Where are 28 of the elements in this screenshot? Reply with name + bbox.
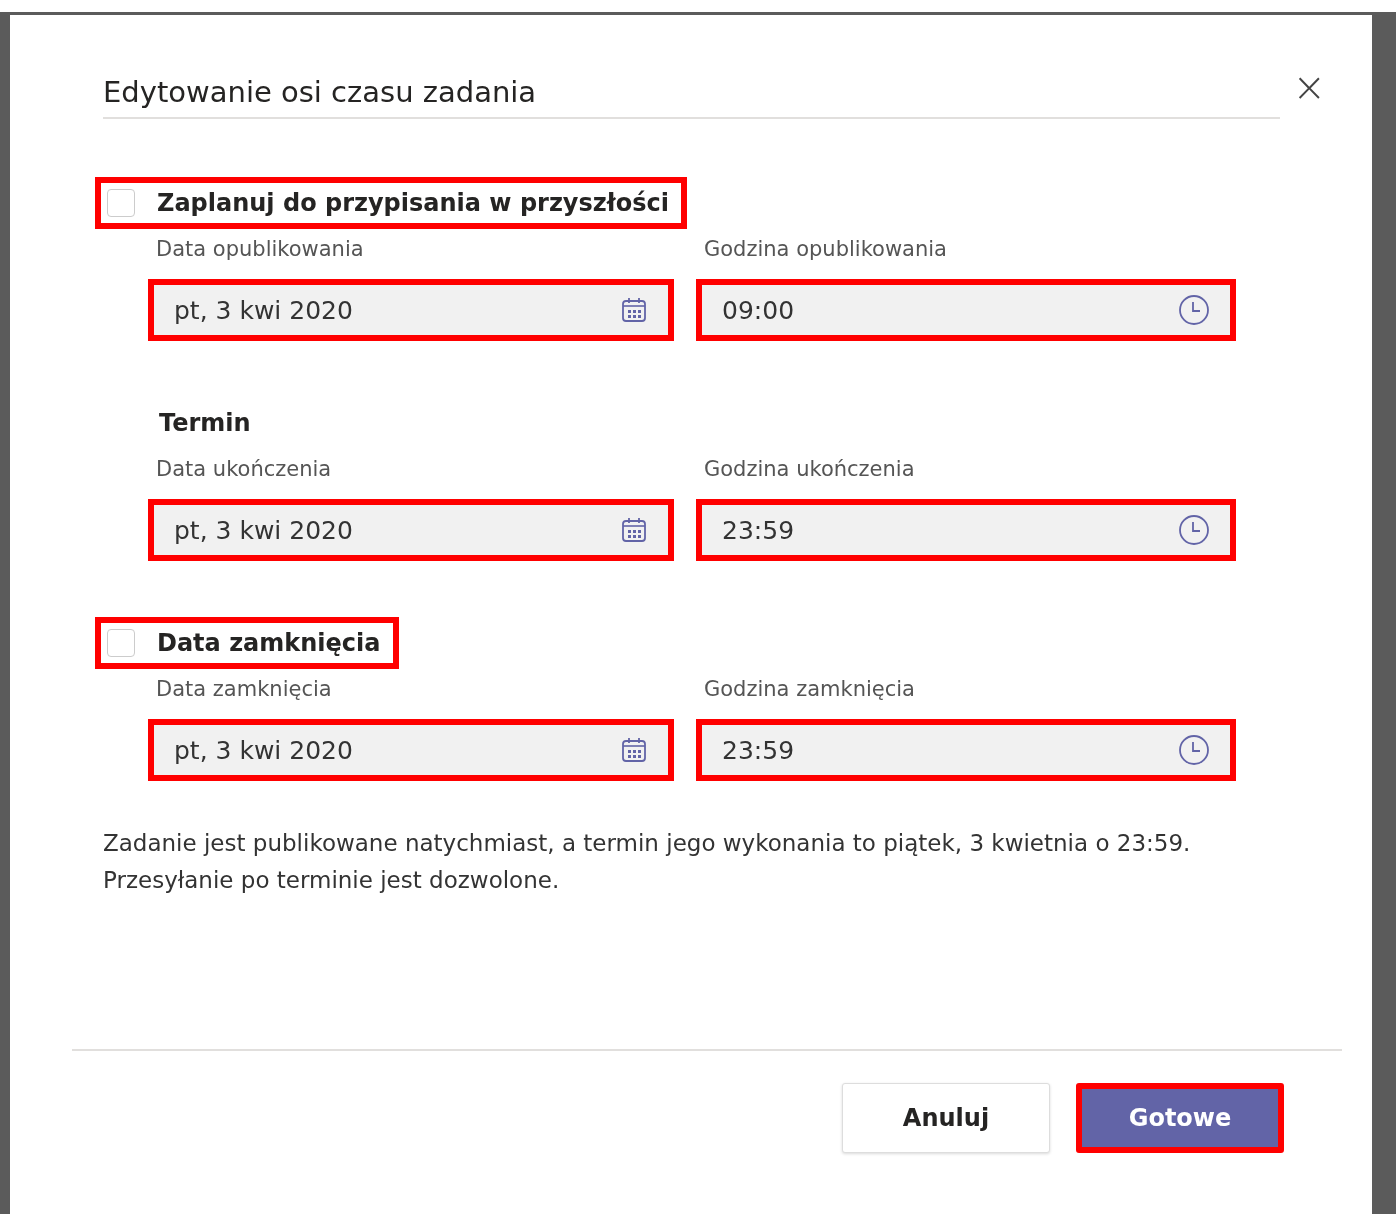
field-label: Data zamknięcia (156, 677, 333, 701)
clock-icon[interactable] (1178, 514, 1210, 546)
field-label: Data ukończenia (156, 457, 333, 481)
checkbox[interactable] (107, 189, 135, 217)
clock-icon[interactable] (1178, 294, 1210, 326)
field-label: Godzina opublikowania (704, 237, 948, 261)
field-label: Godzina zamknięcia (704, 677, 916, 701)
section-heading: Zaplanuj do przypisania w przyszłości (157, 189, 669, 217)
calendar-icon[interactable] (620, 736, 648, 764)
clock-icon[interactable] (1178, 734, 1210, 766)
close-button[interactable]: × (1292, 67, 1326, 107)
section-heading: Data zamknięcia (157, 629, 381, 657)
time-field[interactable]: 23:59 (696, 719, 1236, 781)
dialog-title: Edytowanie osi czasu zadania (103, 75, 1280, 119)
date-field[interactable]: pt, 3 kwi 2020 (148, 279, 674, 341)
date-field[interactable]: pt, 3 kwi 2020 (148, 719, 674, 781)
cancel-button[interactable]: Anuluj (842, 1083, 1050, 1153)
field-label: Data opublikowania (156, 237, 365, 261)
time-field[interactable]: 23:59 (696, 499, 1236, 561)
summary-text: Zadanie jest publikowane natychmiast, a termin jego wykonania to piątek, 3 kwietnia o 23:59. Przesyłanie po terminie jest dozwolone. (103, 829, 1192, 895)
time-field[interactable]: 09:00 (696, 279, 1236, 341)
checkbox[interactable] (107, 629, 135, 657)
date-field[interactable]: pt, 3 kwi 2020 (148, 499, 674, 561)
calendar-icon[interactable] (620, 516, 648, 544)
done-button[interactable]: Gotowe (1076, 1083, 1284, 1153)
field-label: Godzina ukończenia (704, 457, 916, 481)
section-heading: Termin (159, 409, 251, 437)
calendar-icon[interactable] (620, 296, 648, 324)
